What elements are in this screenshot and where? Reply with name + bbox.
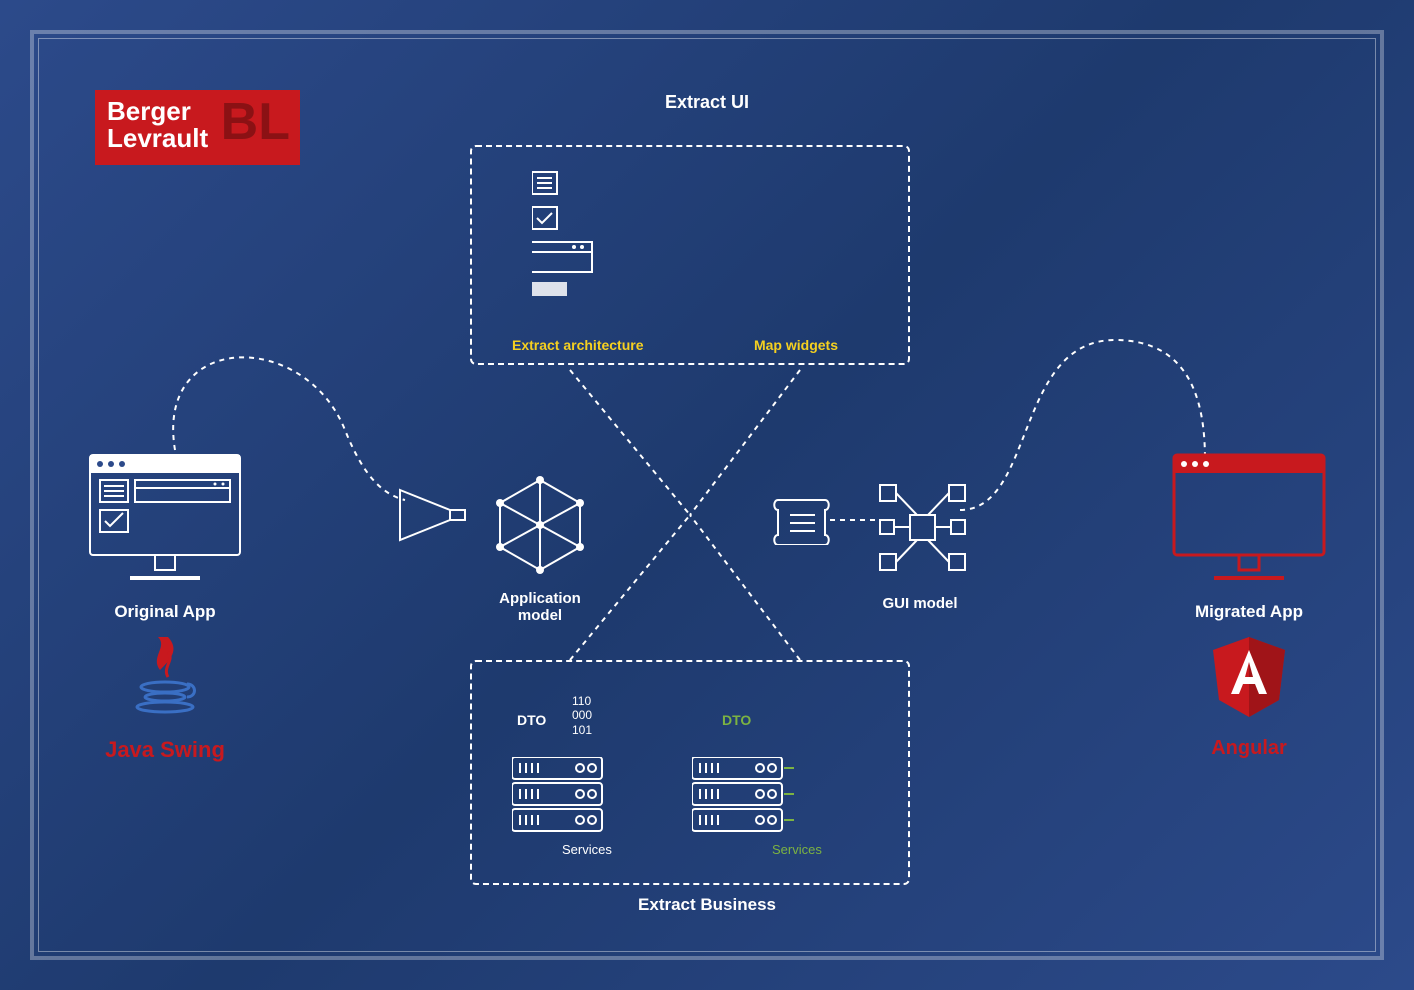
extract-ui-box: Extract architecture Map widgets — [470, 145, 910, 365]
java-icon — [130, 632, 200, 717]
java-swing-label: Java Swing — [85, 737, 245, 763]
binary-text: 110 000 101 — [572, 694, 592, 737]
migrated-app-block: Migrated App Angular — [1169, 450, 1329, 760]
logo-monogram: BL — [221, 95, 290, 150]
monitor-icon-migrated — [1169, 450, 1329, 585]
dto-label-left: DTO — [517, 712, 546, 728]
berger-levrault-logo: Berger Levrault BL — [95, 90, 300, 165]
gui-model-label: GUI model — [870, 595, 970, 612]
ui-widgets-icon — [532, 167, 662, 327]
angular-icon — [1207, 632, 1292, 722]
network-icon — [875, 480, 970, 575]
original-app-title: Original App — [85, 602, 245, 622]
original-app-block: Original App Java Swing — [85, 450, 245, 763]
funnel-icon — [395, 485, 470, 545]
application-model-label: Application model — [480, 590, 600, 624]
extract-business-title: Extract Business — [638, 895, 776, 915]
angular-label: Angular — [1169, 737, 1329, 760]
server-icon-right — [692, 757, 802, 837]
extract-business-box: DTO 110 000 101 DTO Services Services — [470, 660, 910, 885]
services-label-left: Services — [562, 842, 612, 857]
dto-label-right: DTO — [722, 712, 751, 728]
cube-icon — [495, 475, 590, 585]
extract-ui-title: Extract UI — [665, 92, 749, 113]
services-label-right: Services — [772, 842, 822, 857]
server-icon-left — [512, 757, 607, 837]
monitor-icon-original — [85, 450, 245, 585]
migrated-app-title: Migrated App — [1169, 602, 1329, 622]
